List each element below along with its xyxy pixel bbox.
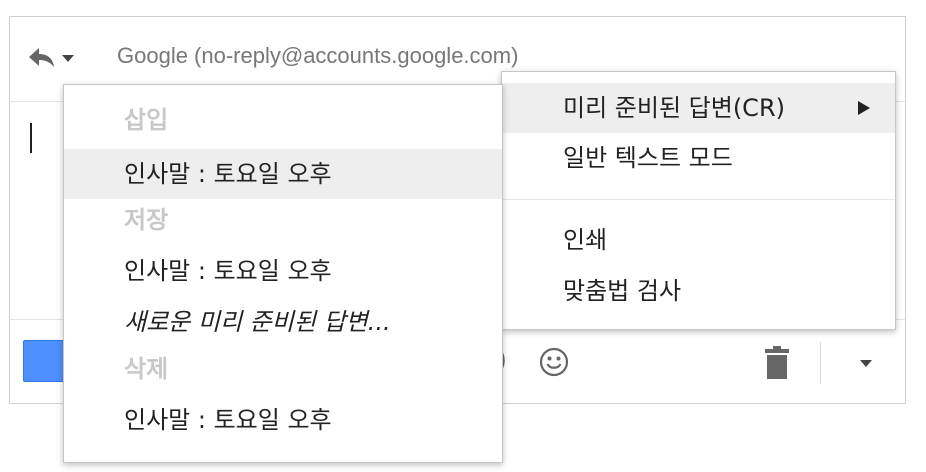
insert-item[interactable]: 인사말 : 토요일 오후 xyxy=(64,149,502,199)
save-item[interactable]: 인사말 : 토요일 오후 xyxy=(64,246,502,296)
section-label-save: 저장 xyxy=(124,206,169,234)
recipient-field[interactable]: Google (no-reply@accounts.google.com) xyxy=(117,43,518,69)
new-canned-response-item[interactable]: 새로운 미리 준비된 답변... xyxy=(64,297,502,347)
more-options-menu: 미리 준비된 답변(CR) 일반 텍스트 모드 인쇄 맞춤법 검사 xyxy=(501,71,896,330)
smiley-icon[interactable] xyxy=(538,346,570,378)
caret-down-icon xyxy=(62,55,74,62)
canned-responses-submenu: 삽입 인사말 : 토요일 오후 저장 인사말 : 토요일 오후 새로운 미리 준… xyxy=(63,84,503,463)
menu-item-plain-text[interactable]: 일반 텍스트 모드 xyxy=(502,133,895,183)
text-cursor xyxy=(30,123,32,153)
trash-icon[interactable] xyxy=(764,346,790,380)
delete-item[interactable]: 인사말 : 토요일 오후 xyxy=(64,395,502,445)
more-options-caret-icon[interactable] xyxy=(860,360,872,368)
toolbar-divider xyxy=(820,342,821,384)
submenu-arrow-icon xyxy=(858,101,870,115)
menu-separator xyxy=(502,199,895,200)
section-label-insert: 삽입 xyxy=(124,106,169,134)
menu-item-canned-responses[interactable]: 미리 준비된 답변(CR) xyxy=(502,83,895,133)
reply-icon xyxy=(29,48,54,67)
menu-item-spellcheck[interactable]: 맞춤법 검사 xyxy=(502,266,895,316)
section-label-delete: 삭제 xyxy=(124,355,169,383)
reply-type-button[interactable] xyxy=(28,45,80,73)
menu-item-print[interactable]: 인쇄 xyxy=(502,215,895,265)
